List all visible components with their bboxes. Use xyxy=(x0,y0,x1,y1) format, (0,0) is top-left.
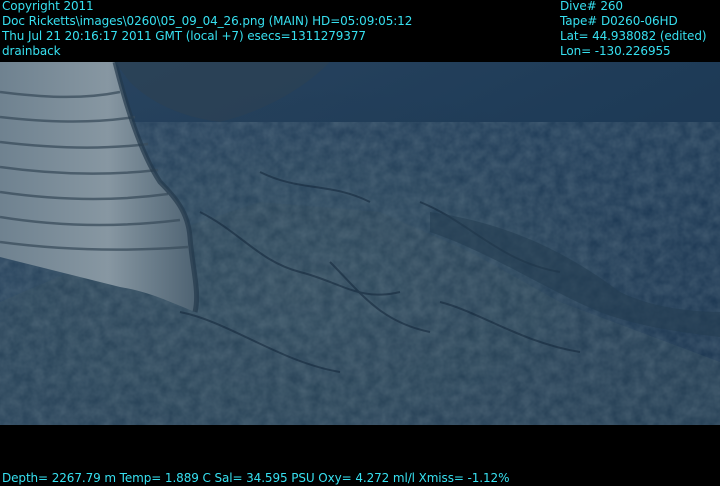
annotation-text: drainback xyxy=(2,44,61,58)
timestamp-text: Thu Jul 21 20:16:17 2011 GMT (local +7) … xyxy=(2,29,366,43)
sensor-readout: Depth= 2267.79 m Temp= 1.889 C Sal= 34.5… xyxy=(2,471,510,485)
tape-number-text: Tape# D0260-06HD xyxy=(560,14,678,28)
longitude-text: Lon= -130.226955 xyxy=(560,44,671,58)
header-right-block: Dive# 260 Tape# D0260-06HD Lat= 44.93808… xyxy=(560,0,707,59)
image-path-text: Doc Ricketts\images\0260\05_09_04_26.png… xyxy=(2,14,413,28)
latitude-text: Lat= 44.938082 (edited) xyxy=(560,29,707,43)
copyright-text: Copyright 2011 xyxy=(2,0,94,13)
seafloor-image xyxy=(0,62,720,425)
dive-number-text: Dive# 260 xyxy=(560,0,623,13)
video-frame: Copyright 2011 Doc Ricketts\images\0260\… xyxy=(0,0,720,486)
header-left-block: Copyright 2011 Doc Ricketts\images\0260\… xyxy=(2,0,412,59)
